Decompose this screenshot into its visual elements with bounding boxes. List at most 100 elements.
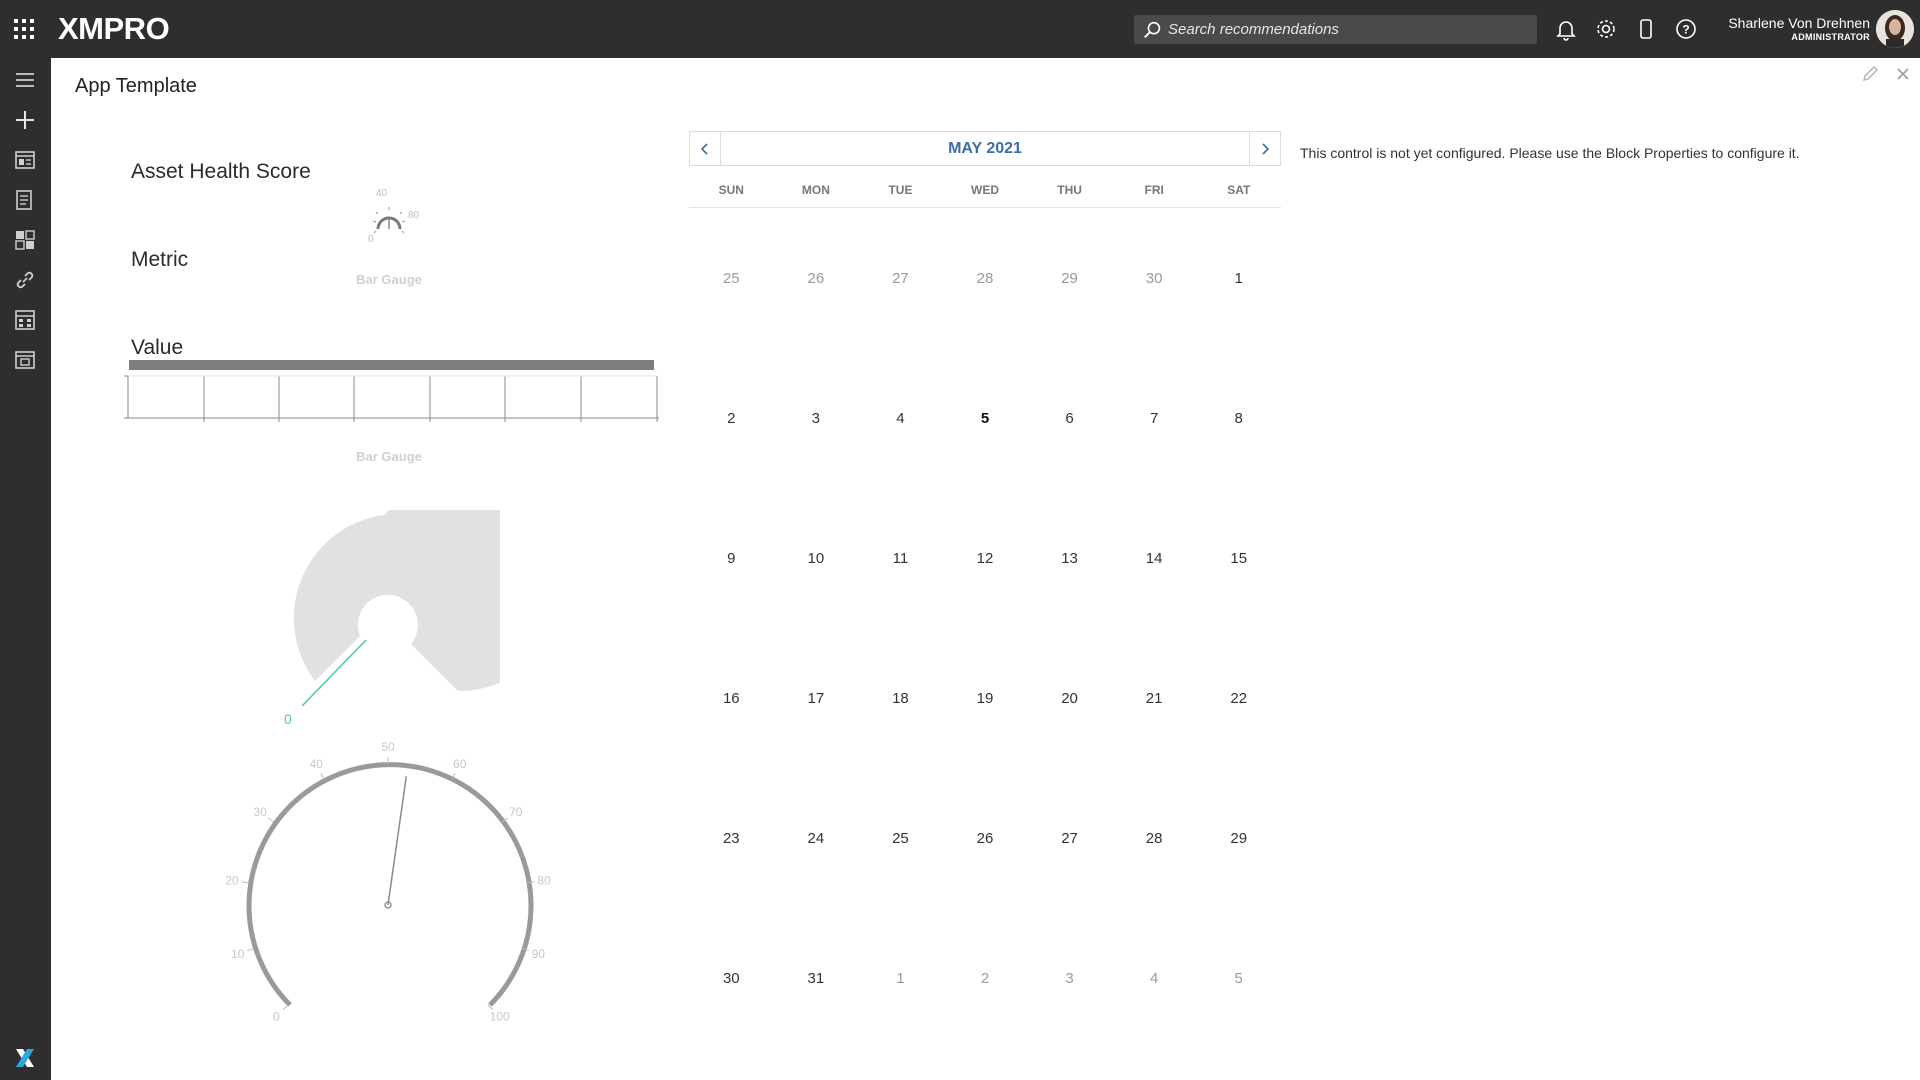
calendar-day[interactable]: 26 bbox=[774, 208, 859, 348]
calendar-next-button[interactable] bbox=[1249, 132, 1280, 165]
close-icon[interactable] bbox=[1893, 64, 1913, 84]
weekday-label: WED bbox=[971, 183, 1000, 197]
gauge-tick-mark bbox=[247, 948, 255, 952]
gear-icon[interactable] bbox=[1594, 17, 1618, 41]
gauge-tick-label: 60 bbox=[453, 757, 467, 771]
svg-text:?: ? bbox=[1682, 23, 1689, 37]
weekday-label: THU bbox=[1057, 183, 1082, 197]
calendar-prev-button[interactable] bbox=[690, 132, 721, 165]
weekday-label: SAT bbox=[1227, 183, 1251, 197]
dashboard-icon[interactable] bbox=[13, 228, 37, 252]
calendar-day[interactable]: 16 bbox=[689, 628, 774, 768]
calendar-day[interactable]: 15 bbox=[1196, 488, 1281, 628]
avatar[interactable] bbox=[1876, 10, 1914, 48]
calendar-day[interactable]: 31 bbox=[774, 908, 859, 1048]
gauge-needle bbox=[387, 776, 408, 906]
calendar-day[interactable]: 20 bbox=[1027, 628, 1112, 768]
small-gauge-tick: 0 bbox=[368, 234, 374, 245]
gauge-tick-mark bbox=[320, 772, 325, 780]
user-name[interactable]: Sharlene Von Drehnen bbox=[1728, 15, 1870, 31]
calendar-day[interactable]: 30 bbox=[689, 908, 774, 1048]
calendar-day[interactable]: 23 bbox=[689, 768, 774, 908]
bell-icon[interactable] bbox=[1554, 17, 1578, 41]
calendar-day[interactable]: 3 bbox=[1027, 908, 1112, 1048]
edit-icon[interactable] bbox=[1860, 64, 1880, 84]
calendar-day[interactable]: 17 bbox=[774, 628, 859, 768]
plus-icon[interactable] bbox=[13, 108, 37, 132]
calendar-day[interactable]: 27 bbox=[858, 208, 943, 348]
calendar-day[interactable]: 11 bbox=[858, 488, 943, 628]
calendar-day[interactable]: 29 bbox=[1027, 208, 1112, 348]
calendar-day[interactable]: 1 bbox=[1196, 208, 1281, 348]
help-icon[interactable]: ? bbox=[1674, 17, 1698, 41]
not-configured-notice: This control is not yet configured. Plea… bbox=[1300, 145, 1800, 161]
calendar-day[interactable]: 1 bbox=[858, 908, 943, 1048]
calendar-grid: 25 26 27 28 29 30 1 2 3 4 5 6 7 8 9 10 11 12 13 14 15 16 17 18 1… bbox=[689, 208, 1281, 1048]
calendar-day[interactable]: 21 bbox=[1112, 628, 1197, 768]
calendar-title[interactable]: MAY 2021 bbox=[721, 132, 1249, 165]
linear-gauge-bar bbox=[129, 360, 654, 370]
search-box[interactable] bbox=[1134, 15, 1537, 44]
calendar-day[interactable]: 18 bbox=[858, 628, 943, 768]
calendar-day[interactable]: 4 bbox=[858, 348, 943, 488]
calculator-icon[interactable] bbox=[13, 308, 37, 332]
calendar-day[interactable]: 4 bbox=[1112, 908, 1197, 1048]
small-gauge: 40 80 0 bbox=[360, 185, 430, 247]
gauge-tick-mark bbox=[268, 817, 275, 823]
calendar-day[interactable]: 13 bbox=[1027, 488, 1112, 628]
weekday-label: FRI bbox=[1144, 183, 1164, 197]
calendar-day[interactable]: 6 bbox=[1027, 348, 1112, 488]
calendar-day[interactable]: 19 bbox=[943, 628, 1028, 768]
apps-icon[interactable] bbox=[13, 148, 37, 172]
calendar-day[interactable]: 5 bbox=[1196, 908, 1281, 1048]
template-icon[interactable] bbox=[13, 348, 37, 372]
calendar-day[interactable]: 28 bbox=[1112, 768, 1197, 908]
calendar-day[interactable]: 25 bbox=[689, 208, 774, 348]
calendar-day[interactable]: 25 bbox=[858, 768, 943, 908]
calendar-day[interactable]: 7 bbox=[1112, 348, 1197, 488]
link-icon[interactable] bbox=[13, 268, 37, 292]
calendar-day[interactable]: 27 bbox=[1027, 768, 1112, 908]
search-icon bbox=[1144, 21, 1161, 38]
gauge-tick-label: 80 bbox=[537, 873, 551, 887]
gauge-tick-label: 50 bbox=[381, 740, 395, 754]
gauge-tick-label: 30 bbox=[254, 805, 268, 819]
calendar-day[interactable]: 10 bbox=[774, 488, 859, 628]
calendar-day[interactable]: 28 bbox=[943, 208, 1028, 348]
calendar-day[interactable]: 5 bbox=[943, 348, 1028, 488]
gauge-tick-label: 20 bbox=[225, 873, 239, 887]
calendar-day[interactable]: 14 bbox=[1112, 488, 1197, 628]
calendar-day[interactable]: 3 bbox=[774, 348, 859, 488]
small-gauge-tick: 80 bbox=[408, 210, 420, 221]
gauge-tick-label: 0 bbox=[273, 1010, 280, 1024]
calendar-day[interactable]: 24 bbox=[774, 768, 859, 908]
calendar-header: MAY 2021 bbox=[689, 131, 1281, 166]
menu-icon[interactable] bbox=[13, 68, 37, 92]
mobile-icon[interactable] bbox=[1634, 17, 1658, 41]
calendar-day[interactable]: 8 bbox=[1196, 348, 1281, 488]
circular-gauge: 0 10 20 30 40 50 60 70 80 90 100 bbox=[220, 735, 560, 1035]
apps-grid-icon[interactable] bbox=[12, 17, 36, 41]
page-title: App Template bbox=[75, 75, 197, 97]
asset-health-score-label: Asset Health Score bbox=[131, 160, 311, 183]
calendar-day[interactable]: 2 bbox=[943, 908, 1028, 1048]
calendar-day[interactable]: 26 bbox=[943, 768, 1028, 908]
calendar-day[interactable]: 30 bbox=[1112, 208, 1197, 348]
calendar-day[interactable]: 2 bbox=[689, 348, 774, 488]
list-icon[interactable] bbox=[13, 188, 37, 212]
xmpro-logo[interactable]: XMPRO bbox=[58, 11, 170, 46]
search-input[interactable] bbox=[1168, 21, 1518, 38]
top-bar: XMPRO ? Sharlene Von Drehnen ADMINISTRAT… bbox=[0, 0, 1920, 58]
weekday-label: SUN bbox=[718, 183, 744, 197]
calendar-day[interactable]: 9 bbox=[689, 488, 774, 628]
radial-value: 0 bbox=[284, 711, 292, 727]
calendar-day[interactable]: 12 bbox=[943, 488, 1028, 628]
weekday-label: TUE bbox=[888, 183, 913, 197]
gauge-tick-label: 90 bbox=[532, 947, 546, 961]
metric-label: Metric bbox=[131, 248, 189, 271]
gauge-tick-label: 100 bbox=[490, 1010, 510, 1024]
weekday-label: MON bbox=[801, 183, 830, 197]
xmpro-x-icon[interactable] bbox=[13, 1046, 37, 1070]
calendar-day[interactable]: 29 bbox=[1196, 768, 1281, 908]
calendar-day[interactable]: 22 bbox=[1196, 628, 1281, 768]
